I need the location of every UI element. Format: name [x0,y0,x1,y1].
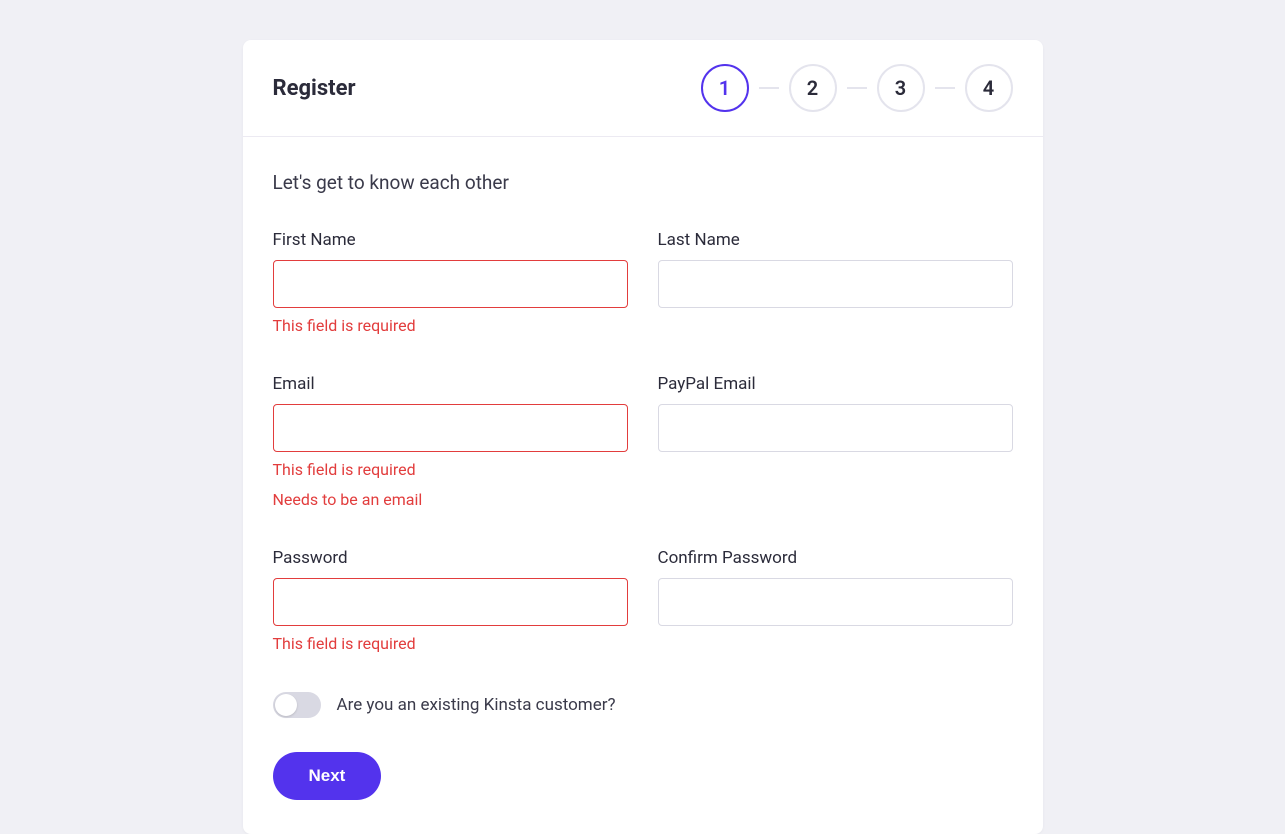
paypal-email-input[interactable] [658,404,1013,452]
form-row-name: First Name This field is required Last N… [273,230,1013,338]
email-error-1: This field is required [273,458,628,482]
step-separator [935,87,955,89]
confirm-password-input[interactable] [658,578,1013,626]
first-name-group: First Name This field is required [273,230,628,338]
password-input[interactable] [273,578,628,626]
existing-customer-row: Are you an existing Kinsta customer? [273,692,1013,718]
card-header: Register 1 2 3 4 [243,40,1043,137]
first-name-input[interactable] [273,260,628,308]
step-1[interactable]: 1 [701,64,749,112]
step-separator [759,87,779,89]
confirm-password-group: Confirm Password [658,548,1013,656]
password-group: Password This field is required [273,548,628,656]
register-card: Register 1 2 3 4 Let's get to know each … [243,40,1043,834]
toggle-knob [275,694,297,716]
first-name-error: This field is required [273,314,628,338]
last-name-input[interactable] [658,260,1013,308]
first-name-label: First Name [273,230,628,250]
email-group: Email This field is required Needs to be… [273,374,628,512]
confirm-password-label: Confirm Password [658,548,1013,568]
step-2[interactable]: 2 [789,64,837,112]
form-lead: Let's get to know each other [273,171,1013,194]
form-row-email: Email This field is required Needs to be… [273,374,1013,512]
paypal-email-group: PayPal Email [658,374,1013,512]
password-label: Password [273,548,628,568]
email-input[interactable] [273,404,628,452]
step-separator [847,87,867,89]
step-3[interactable]: 3 [877,64,925,112]
next-button[interactable]: Next [273,752,382,800]
form-row-password: Password This field is required Confirm … [273,548,1013,656]
card-body: Let's get to know each other First Name … [243,137,1043,834]
page-title: Register [273,76,356,101]
last-name-group: Last Name [658,230,1013,338]
last-name-label: Last Name [658,230,1013,250]
paypal-email-label: PayPal Email [658,374,1013,394]
existing-customer-label: Are you an existing Kinsta customer? [337,695,616,715]
email-label: Email [273,374,628,394]
password-error: This field is required [273,632,628,656]
email-error-2: Needs to be an email [273,488,628,512]
step-indicator: 1 2 3 4 [701,64,1013,112]
step-4[interactable]: 4 [965,64,1013,112]
existing-customer-toggle[interactable] [273,692,321,718]
